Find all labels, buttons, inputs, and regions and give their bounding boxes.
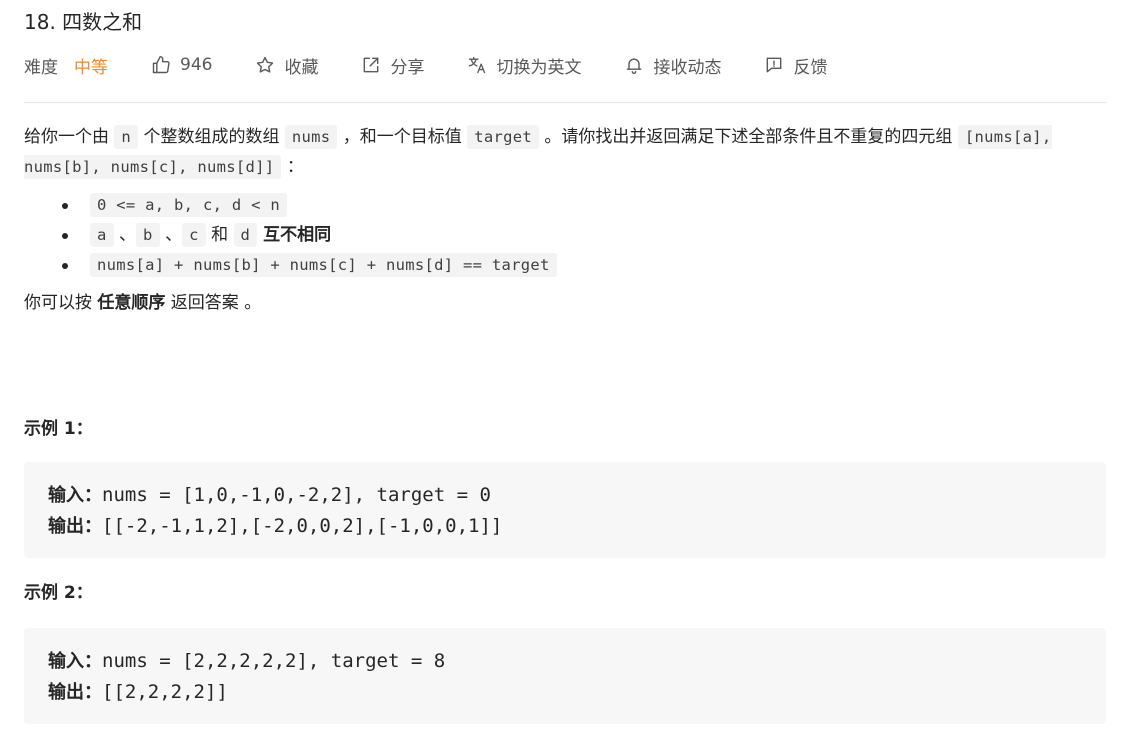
code-target: target bbox=[467, 125, 539, 149]
problem-meta-bar: 难度 中等 946 收藏 分享 切换为英文 接收动态 反馈 bbox=[24, 52, 827, 78]
translate-icon bbox=[466, 54, 488, 76]
favorite-button[interactable]: 收藏 bbox=[254, 53, 318, 78]
code-a: a bbox=[90, 223, 114, 247]
feedback-icon bbox=[763, 54, 785, 76]
bold-text: 互不相同 bbox=[257, 225, 332, 245]
share-label: 分享 bbox=[390, 57, 425, 78]
input-label: 输入： bbox=[48, 485, 102, 506]
switch-language-button[interactable]: 切换为英文 bbox=[466, 53, 581, 78]
text-segment: 返回答案 。 bbox=[165, 293, 262, 313]
condition-code: nums[a] + nums[b] + nums[c] + nums[d] ==… bbox=[90, 253, 557, 277]
description-paragraph: 你可以按 任意顺序 返回答案 。 bbox=[24, 288, 1106, 318]
bold-text: 任意顺序 bbox=[97, 293, 166, 313]
code-c: c bbox=[182, 223, 206, 247]
share-icon bbox=[360, 54, 382, 76]
code-nums: nums bbox=[284, 125, 338, 149]
problem-title: 18. 四数之和 bbox=[24, 10, 143, 34]
code-b: b bbox=[136, 223, 160, 247]
difficulty-label: 难度 bbox=[24, 57, 58, 78]
input-value: nums = [2,2,2,2,2], target = 8 bbox=[102, 650, 446, 672]
text-segment: 给你一个由 bbox=[24, 127, 115, 147]
text-segment: 、 bbox=[113, 225, 137, 245]
like-button[interactable]: 946 bbox=[150, 54, 212, 76]
thumbs-up-icon bbox=[150, 54, 172, 76]
example-output-line: 输出：[[2,2,2,2]] bbox=[48, 677, 228, 707]
text-segment: 、 bbox=[159, 225, 183, 245]
code-d: d bbox=[233, 223, 258, 247]
text-segment: ： bbox=[281, 157, 304, 177]
conditions-list: 0 <= a, b, c, d < n a 、 b 、 c 和 d 互不相同 num… bbox=[24, 190, 1106, 280]
star-icon bbox=[254, 54, 276, 76]
condition-item: 0 <= a, b, c, d < n bbox=[62, 190, 1106, 220]
like-count: 946 bbox=[180, 55, 213, 75]
output-label: 输出： bbox=[48, 682, 102, 703]
feedback-label: 反馈 bbox=[793, 57, 828, 78]
code-n: n bbox=[114, 125, 139, 149]
output-value: [[-2,-1,1,2],[-2,0,0,2],[-1,0,0,1]] bbox=[102, 515, 503, 537]
difficulty-badge: 中等 bbox=[74, 57, 108, 78]
problem-description: 给你一个由 n 个整数组成的数组 nums ，和一个目标值 target 。请你… bbox=[24, 122, 1106, 318]
example-input-line: 输入：nums = [2,2,2,2,2], target = 8 bbox=[48, 646, 445, 676]
share-button[interactable]: 分享 bbox=[360, 53, 424, 78]
input-value: nums = [1,0,-1,0,-2,2], target = 0 bbox=[102, 484, 491, 506]
example-heading: 示例 1： bbox=[24, 419, 93, 439]
example-block: 输入：nums = [1,0,-1,0,-2,2], target = 0 输出… bbox=[24, 462, 1106, 558]
example-block: 输入：nums = [2,2,2,2,2], target = 8 输出：[[2… bbox=[24, 628, 1106, 724]
example-output-line: 输出：[[-2,-1,1,2],[-2,0,0,2],[-1,0,0,1]] bbox=[48, 511, 502, 541]
example-input-line: 输入：nums = [1,0,-1,0,-2,2], target = 0 bbox=[48, 480, 491, 510]
text-segment: 你可以按 bbox=[24, 293, 98, 313]
text-segment: 个整数组成的数组 bbox=[138, 127, 285, 147]
text-segment: ，和一个目标值 bbox=[337, 127, 468, 147]
output-value: [[2,2,2,2]] bbox=[102, 681, 228, 703]
switch-language-label: 切换为英文 bbox=[496, 57, 582, 78]
favorite-label: 收藏 bbox=[284, 57, 319, 78]
condition-item: nums[a] + nums[b] + nums[c] + nums[d] ==… bbox=[62, 250, 1106, 280]
text-segment: 。请你找出并返回满足下述全部条件且不重复的四元组 bbox=[539, 127, 958, 147]
bell-icon bbox=[623, 54, 645, 76]
example-heading: 示例 2： bbox=[24, 583, 93, 603]
input-label: 输入： bbox=[48, 651, 102, 672]
header-divider bbox=[24, 102, 1106, 103]
subscribe-label: 接收动态 bbox=[653, 57, 722, 78]
subscribe-button[interactable]: 接收动态 bbox=[623, 53, 721, 78]
condition-item: a 、 b 、 c 和 d 互不相同 bbox=[62, 220, 1106, 250]
feedback-button[interactable]: 反馈 bbox=[763, 53, 827, 78]
description-paragraph: 给你一个由 n 个整数组成的数组 nums ，和一个目标值 target 。请你… bbox=[24, 122, 1106, 182]
text-segment: 和 bbox=[205, 225, 234, 245]
condition-code: 0 <= a, b, c, d < n bbox=[90, 193, 288, 217]
output-label: 输出： bbox=[48, 516, 102, 537]
